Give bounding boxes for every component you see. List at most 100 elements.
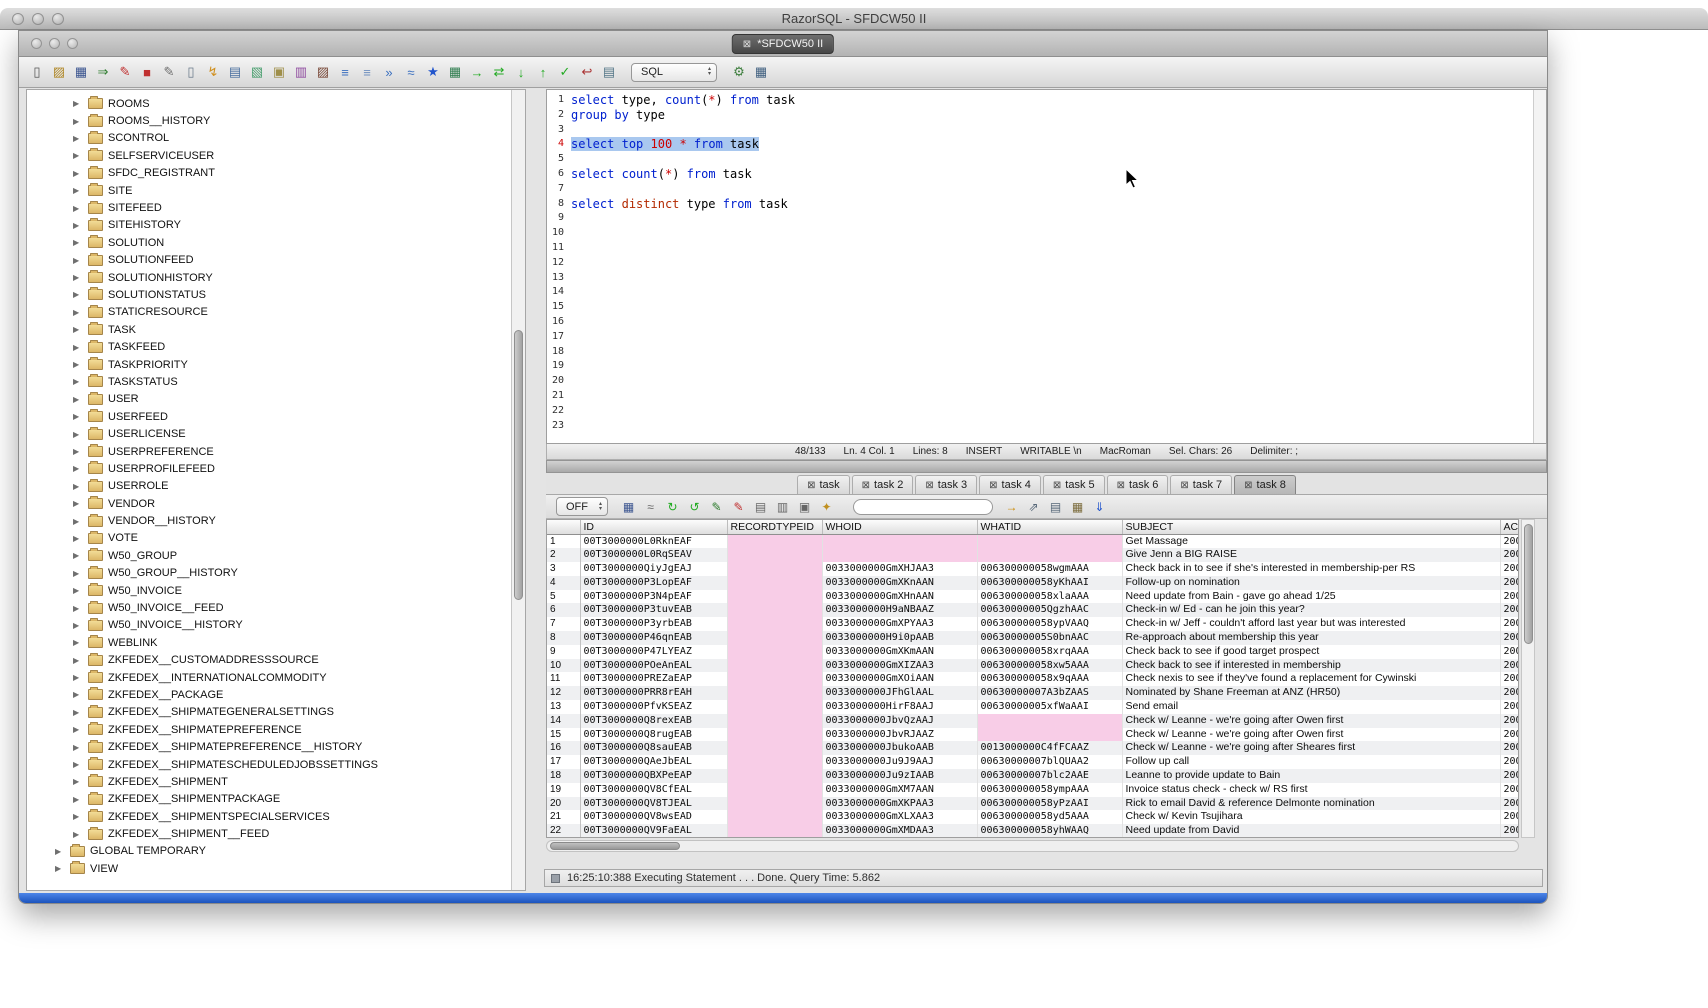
cell-subject[interactable]: Get Massage — [1122, 534, 1500, 548]
grid-view-icon[interactable]: ▦ — [751, 62, 771, 82]
code-line[interactable] — [571, 404, 1533, 419]
row-number-cell[interactable]: 20 — [547, 797, 580, 811]
sql-editor[interactable]: 1234567891011121314151617181920212223 se… — [546, 89, 1547, 444]
tree-item-userlicense[interactable]: ▶USERLICENSE — [27, 425, 511, 442]
tree-item-userfeed[interactable]: ▶USERFEED — [27, 408, 511, 425]
paste-icon[interactable]: ▥ — [291, 62, 311, 82]
cell-whoid[interactable]: 0033000000JbukoAAB — [822, 741, 977, 755]
disclosure-triangle-icon[interactable]: ▶ — [73, 638, 83, 647]
tree-item-weblink[interactable]: ▶WEBLINK — [27, 634, 511, 651]
spreadsheet-icon[interactable]: ▦ — [1068, 497, 1087, 516]
code-line[interactable] — [571, 271, 1533, 286]
new-file-icon[interactable]: ▯ — [27, 62, 47, 82]
code-line[interactable] — [571, 359, 1533, 374]
table-row[interactable]: 600T3000000P3tuvEAB0033000000H9aNBAAZ006… — [547, 603, 1519, 617]
frame-close-button[interactable] — [31, 38, 42, 49]
row-number-cell[interactable]: 10 — [547, 659, 580, 673]
cell-whatid[interactable]: 006300000058ympAAA — [977, 783, 1122, 797]
table-row[interactable]: 1300T3000000PfvKSEAZ0033000000HirF8AAJ00… — [547, 700, 1519, 714]
cell-whoid[interactable]: 0033000000GmXM7AAN — [822, 783, 977, 797]
cell-recordtypeid[interactable] — [727, 797, 822, 811]
code-line[interactable] — [571, 300, 1533, 315]
table-row[interactable]: 100T3000000L0RknEAFGet Massage200 — [547, 534, 1519, 548]
cell-id[interactable]: 00T3000000POeAnEAL — [580, 659, 727, 673]
cell-ac[interactable]: 200 — [1500, 728, 1519, 742]
cell-id[interactable]: 00T3000000P46qnEAB — [580, 631, 727, 645]
row-number-cell[interactable]: 7 — [547, 617, 580, 631]
cell-recordtypeid[interactable] — [727, 548, 822, 562]
row-number-cell[interactable]: 3 — [547, 562, 580, 576]
cell-whatid[interactable]: 00630000007blQUAA2 — [977, 755, 1122, 769]
cell-recordtypeid[interactable] — [727, 769, 822, 783]
cell-ac[interactable]: 200 — [1500, 672, 1519, 686]
log-icon[interactable]: ▤ — [599, 62, 619, 82]
disclosure-triangle-icon[interactable]: ▶ — [73, 290, 83, 299]
tree-item-w50-invoice[interactable]: ▶W50_INVOICE — [27, 582, 511, 599]
table-row[interactable]: 400T3000000P3LopEAF0033000000GmXKnAAN006… — [547, 576, 1519, 590]
cell-whatid[interactable]: 00630000007A3bZAAS — [977, 686, 1122, 700]
cell-whatid[interactable]: 00630000005QgzhAAC — [977, 603, 1122, 617]
tree-item-rooms-history[interactable]: ▶ROOMS__HISTORY — [27, 112, 511, 129]
tree-item-taskfeed[interactable]: ▶TASKFEED — [27, 338, 511, 355]
cell-subject[interactable]: Send email — [1122, 700, 1500, 714]
cell-subject[interactable]: Leanne to provide update to Bain — [1122, 769, 1500, 783]
cell-recordtypeid[interactable] — [727, 603, 822, 617]
indent-icon[interactable]: » — [379, 62, 399, 82]
rename-icon[interactable]: ✎ — [159, 62, 179, 82]
code-line[interactable]: select top 100 * from task — [571, 137, 1533, 152]
describe-table-icon[interactable]: ▤ — [225, 62, 245, 82]
table-row[interactable]: 1800T3000000QBXPeEAP0033000000Ju9zIAAB00… — [547, 769, 1519, 783]
cell-whoid[interactable]: 0033000000JFhGlAAL — [822, 686, 977, 700]
editor-scrollbar[interactable] — [1533, 90, 1546, 443]
edit-remove-icon[interactable]: ✎ — [729, 497, 748, 516]
row-number-cell[interactable]: 15 — [547, 728, 580, 742]
cell-subject[interactable]: Rick to email David & reference Delmonte… — [1122, 797, 1500, 811]
disclosure-triangle-icon[interactable]: ▶ — [73, 604, 83, 613]
cell-id[interactable]: 00T3000000QV8wsEAD — [580, 810, 727, 824]
close-tab-icon[interactable]: ⊠ — [1244, 480, 1252, 491]
tree-item-view[interactable]: ▶VIEW — [27, 860, 511, 877]
tree-item-vote[interactable]: ▶VOTE — [27, 530, 511, 547]
tree-item-userpreference[interactable]: ▶USERPREFERENCE — [27, 443, 511, 460]
results-v-scrollbar-thumb[interactable] — [1524, 524, 1533, 644]
disclosure-triangle-icon[interactable]: ▶ — [73, 447, 83, 456]
cell-ac[interactable]: 200 — [1500, 783, 1519, 797]
table-row[interactable]: 1500T3000000Q8rugEAB0033000000JbvRJAAZCh… — [547, 728, 1519, 742]
cell-id[interactable]: 00T3000000QV9FaEAL — [580, 824, 727, 838]
cell-ac[interactable]: 200 — [1500, 534, 1519, 548]
minimize-button[interactable] — [32, 13, 44, 25]
column-header-whatid[interactable]: WHATID — [977, 520, 1122, 534]
cell-whatid[interactable]: 006300000058xw5AAA — [977, 659, 1122, 673]
cell-whatid[interactable]: 006300000058xlaAAA — [977, 590, 1122, 604]
close-tab-icon[interactable]: ⊠ — [989, 480, 997, 491]
cell-subject[interactable]: Check-in w/ Ed - can he join this year? — [1122, 603, 1500, 617]
cell-recordtypeid[interactable] — [727, 617, 822, 631]
sql-mode-select[interactable]: SQL ▴▾ — [631, 63, 717, 82]
tree-item-staticresource[interactable]: ▶STATICRESOURCE — [27, 304, 511, 321]
tree-item-zkfedex-shipmategeneralsettings[interactable]: ▶ZKFEDEX__SHIPMATEGENERALSETTINGS — [27, 704, 511, 721]
disclosure-triangle-icon[interactable]: ▶ — [73, 795, 83, 804]
close-tab-icon[interactable]: ⊠ — [743, 39, 751, 50]
cell-ac[interactable]: 200 — [1500, 603, 1519, 617]
disclosure-triangle-icon[interactable]: ▶ — [73, 204, 83, 213]
cell-id[interactable]: 00T3000000QBXPeEAP — [580, 769, 727, 783]
disclosure-triangle-icon[interactable]: ▶ — [73, 273, 83, 282]
save-icon[interactable]: ▦ — [71, 62, 91, 82]
cell-whatid[interactable]: 006300000058yhWAAQ — [977, 824, 1122, 838]
cell-id[interactable]: 00T3000000Q8rugEAB — [580, 728, 727, 742]
sidebar-scrollbar-thumb[interactable] — [514, 330, 523, 600]
cell-recordtypeid[interactable] — [727, 631, 822, 645]
row-number-cell[interactable]: 13 — [547, 700, 580, 714]
disclosure-triangle-icon[interactable]: ▶ — [73, 656, 83, 665]
cell-whatid[interactable]: 006300000058yKhAAI — [977, 576, 1122, 590]
column-header-recordtypeid[interactable]: RECORDTYPEID — [727, 520, 822, 534]
disclosure-triangle-icon[interactable]: ▶ — [73, 586, 83, 595]
result-tab-task-8[interactable]: ⊠task 8 — [1234, 475, 1296, 494]
disclosure-triangle-icon[interactable]: ▶ — [73, 499, 83, 508]
disclosure-triangle-icon[interactable]: ▶ — [73, 377, 83, 386]
tree-item-w50-group-history[interactable]: ▶W50_GROUP__HISTORY — [27, 565, 511, 582]
tree-item-solution[interactable]: ▶SOLUTION — [27, 234, 511, 251]
cell-whatid[interactable]: 00630000005S0bnAAC — [977, 631, 1122, 645]
disclosure-triangle-icon[interactable]: ▶ — [55, 847, 65, 856]
tree-item-vendor-history[interactable]: ▶VENDOR__HISTORY — [27, 512, 511, 529]
